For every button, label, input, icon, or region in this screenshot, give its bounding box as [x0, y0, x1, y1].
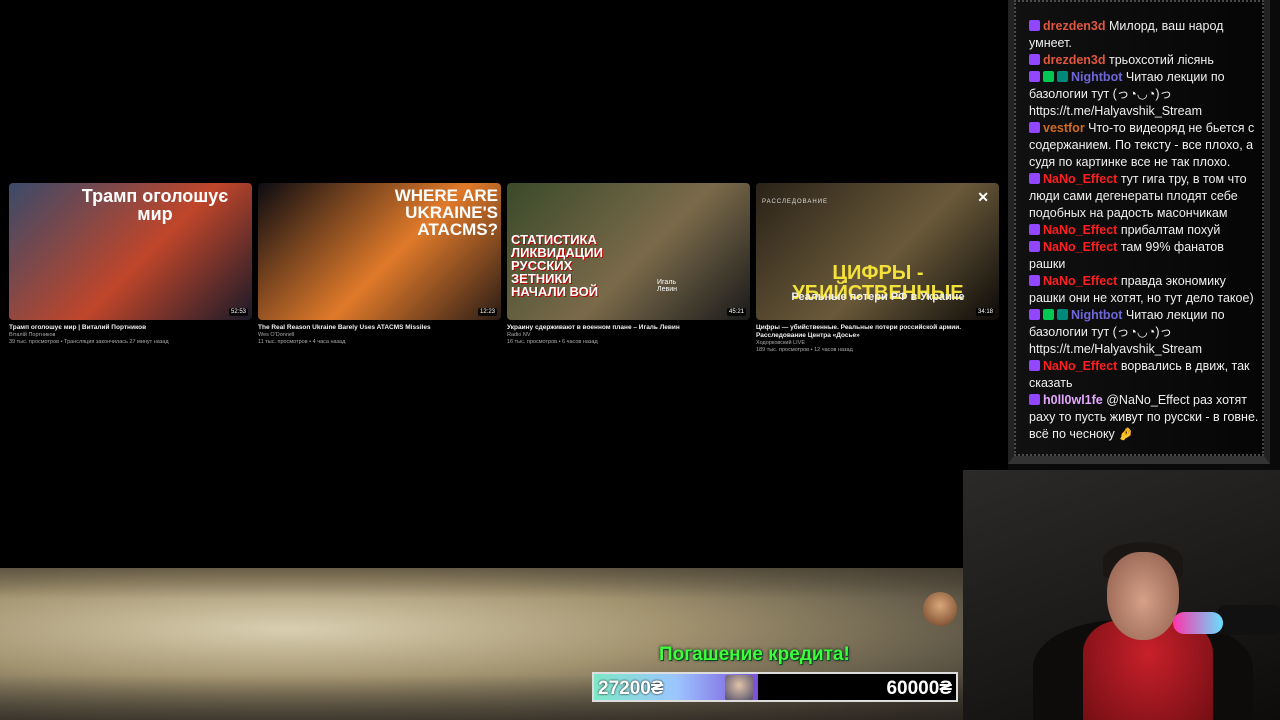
subscriber-badge-icon[interactable] [1029, 224, 1040, 235]
video-card[interactable]: WHERE ARE UKRAINE'S ATACMS? 12:23 The Re… [258, 183, 501, 363]
video-stats: 11 тыс. просмотров • 4 часа назад [258, 339, 346, 345]
microphone-light [1173, 612, 1223, 634]
subscriber-badge-icon[interactable] [1029, 71, 1040, 82]
credit-progress-bar: 27200₴ 60000₴ [592, 672, 958, 702]
video-title[interactable]: Трамп оголошує мир | Виталий Портников [9, 324, 252, 332]
chat-message[interactable]: Nightbot Читаю лекции по базологии тут (… [1029, 307, 1261, 358]
chat-username[interactable]: NaNo_Effect [1043, 359, 1117, 373]
duration-badge: 45:21 [726, 308, 746, 316]
channel-name[interactable]: Віталій Портников [9, 332, 252, 339]
channel-name[interactable]: Ходорковский LIVE [756, 340, 999, 347]
chat-message[interactable]: vestfor Что-то видеоряд не бьется с соде… [1029, 120, 1261, 171]
duration-badge: 52:53 [228, 308, 248, 316]
thumbnail-text: WHERE ARE UKRAINE'S ATACMS? [394, 186, 498, 239]
video-grid: Трамп оголошує мир 52:53 Трамп оголошує … [9, 183, 1001, 363]
video-thumbnail[interactable]: Трамп оголошує мир 52:53 [9, 183, 252, 320]
chat-message-text: прибалтам похуй [1120, 223, 1221, 237]
video-thumbnail[interactable]: СТАТИСТИКА ЛИКВИДАЦИИ РУССКИХ ЗЕТНИКИ НА… [507, 183, 750, 320]
chat-message[interactable]: NaNo_Effect правда экономику рашки они н… [1029, 273, 1261, 307]
microphone [1218, 605, 1280, 635]
subscriber-badge-icon[interactable] [1029, 241, 1040, 252]
video-stats: 189 тыс. просмотров • 12 часов назад [756, 347, 853, 353]
video-stats: 39 тыс. просмотров • Трансляция закончил… [9, 339, 169, 345]
credit-goal-amount: 60000₴ [886, 678, 952, 699]
subscriber-badge-icon[interactable] [1029, 173, 1040, 184]
credit-current-amount: 27200₴ [598, 678, 664, 699]
thumbnail-subtext: Реальные потери РФ в Украине [791, 291, 965, 303]
subscriber-badge-icon[interactable] [1029, 275, 1040, 286]
chat-username[interactable]: Nightbot [1071, 308, 1122, 322]
video-stats: 16 тыс. просмотров • 6 часов назад [507, 339, 598, 345]
channel-name[interactable]: Radio NV [507, 332, 750, 339]
close-icon[interactable]: ✕ [977, 189, 989, 206]
video-card[interactable]: Трамп оголошує мир 52:53 Трамп оголошує … [9, 183, 252, 363]
bot-badge-icon[interactable] [1057, 309, 1068, 320]
chat-username[interactable]: drezden3d [1043, 53, 1106, 67]
webcam-face [1107, 552, 1179, 640]
chat-message[interactable]: NaNo_Effect тут гига тру, в том что люди… [1029, 171, 1261, 222]
video-card[interactable]: СТАТИСТИКА ЛИКВИДАЦИИ РУССКИХ ЗЕТНИКИ НА… [507, 183, 750, 363]
subscriber-badge-icon[interactable] [1029, 360, 1040, 371]
chat-username[interactable]: Nightbot [1071, 70, 1122, 84]
chat-username[interactable]: h0ll0wl1fe [1043, 393, 1103, 407]
subscriber-badge-icon[interactable] [1029, 20, 1040, 31]
video-thumbnail[interactable]: ЦИФРЫ - УБИЙСТВЕННЫЕ Реальные потери РФ … [756, 183, 999, 320]
chat-username[interactable]: NaNo_Effect [1043, 172, 1117, 186]
thumbnail-tag: РАССЛЕДОВАНИЕ [762, 199, 829, 205]
video-title[interactable]: Украину сдерживают в военном плане – Ига… [507, 324, 750, 332]
channel-name[interactable]: Wes O'Donnell [258, 332, 501, 339]
duration-badge: 12:23 [477, 308, 497, 316]
thumbnail-text: Трамп оголошує мир [81, 186, 229, 224]
chat-username[interactable]: NaNo_Effect [1043, 223, 1117, 237]
moderator-badge-icon[interactable] [1043, 309, 1054, 320]
video-card[interactable]: ЦИФРЫ - УБИЙСТВЕННЫЕ Реальные потери РФ … [756, 183, 999, 363]
video-title[interactable]: Цифры — убийственные. Реальные потери ро… [756, 324, 999, 340]
chat-message[interactable]: NaNo_Effect там 99% фанатов рашки [1029, 239, 1261, 273]
chat-message[interactable]: drezden3d трьохсотий лісянь [1029, 52, 1261, 69]
subscriber-badge-icon[interactable] [1029, 122, 1040, 133]
video-title[interactable]: The Real Reason Ukraine Barely Uses ATAC… [258, 324, 501, 332]
webcam-feed [963, 470, 1280, 720]
chat-messages[interactable]: drezden3d Милорд, ваш народ умнеет. drezd… [1029, 18, 1261, 443]
thumbnail-subtext: Игаль Левин [657, 279, 677, 293]
duration-badge: 34:18 [975, 308, 995, 316]
chat-username[interactable]: NaNo_Effect [1043, 240, 1117, 254]
subscriber-badge-icon[interactable] [1029, 394, 1040, 405]
chat-username[interactable]: NaNo_Effect [1043, 274, 1117, 288]
chat-message[interactable]: Nightbot Читаю лекции по базологии тут (… [1029, 69, 1261, 120]
moderator-badge-icon[interactable] [1043, 71, 1054, 82]
credit-goal-title: Погашение кредита! [659, 644, 850, 665]
streamer-avatar [923, 592, 957, 626]
chat-username[interactable]: vestfor [1043, 121, 1085, 135]
subscriber-badge-icon[interactable] [1029, 309, 1040, 320]
credit-progress-avatar [725, 675, 753, 700]
bot-badge-icon[interactable] [1057, 71, 1068, 82]
thumbnail-text: СТАТИСТИКА ЛИКВИДАЦИИ РУССКИХ ЗЕТНИКИ НА… [511, 232, 603, 299]
chat-username[interactable]: drezden3d [1043, 19, 1106, 33]
chat-message[interactable]: NaNo_Effect прибалтам похуй [1029, 222, 1261, 239]
video-thumbnail[interactable]: WHERE ARE UKRAINE'S ATACMS? 12:23 [258, 183, 501, 320]
chat-message[interactable]: drezden3d Милорд, ваш народ умнеет. [1029, 18, 1261, 52]
chat-message[interactable]: h0ll0wl1fe @NaNo_Effect раз хотят раху т… [1029, 392, 1261, 443]
subscriber-badge-icon[interactable] [1029, 54, 1040, 65]
chat-message[interactable]: NaNo_Effect ворвались в движ, так сказат… [1029, 358, 1261, 392]
chat-message-text: трьохсотий лісянь [1109, 53, 1214, 67]
